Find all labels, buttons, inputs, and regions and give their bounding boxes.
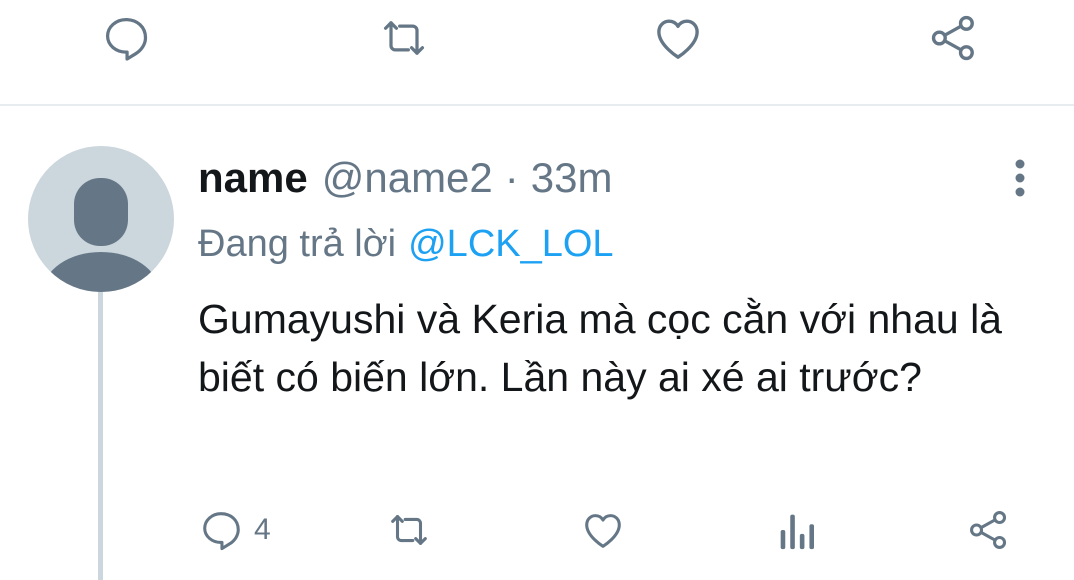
tweet-action-bar: 4 bbox=[0, 500, 1074, 560]
share-icon bbox=[931, 15, 974, 61]
share-button[interactable] bbox=[966, 504, 1012, 556]
replying-to-line: Đang trả lời @LCK_LOL bbox=[198, 218, 614, 270]
reply-icon bbox=[203, 512, 240, 551]
previous-tweet-share-button[interactable] bbox=[926, 10, 982, 66]
tweet-header: name @name2 · 33m bbox=[198, 152, 612, 204]
retweet-button[interactable] bbox=[386, 504, 432, 556]
retweet-icon bbox=[391, 515, 427, 545]
reply-icon bbox=[105, 17, 148, 61]
retweet-icon bbox=[383, 21, 425, 55]
replying-to-label: Đang trả lời bbox=[198, 222, 397, 265]
tweet-divider bbox=[0, 104, 1074, 106]
previous-tweet-reply-button[interactable] bbox=[98, 10, 154, 66]
heart-icon bbox=[657, 19, 699, 59]
previous-tweet-like-button[interactable] bbox=[650, 10, 706, 66]
heart-icon bbox=[585, 514, 621, 548]
analytics-button[interactable] bbox=[776, 504, 816, 556]
more-options-button[interactable] bbox=[1000, 154, 1040, 202]
more-vertical-icon bbox=[1015, 159, 1025, 197]
reply-button[interactable]: 4 bbox=[198, 504, 271, 556]
analytics-icon bbox=[780, 514, 815, 550]
separator-dot: · bbox=[504, 154, 519, 201]
user-handle[interactable]: @name2 bbox=[322, 154, 493, 202]
display-name[interactable]: name bbox=[198, 154, 308, 202]
default-avatar-icon bbox=[43, 178, 159, 292]
avatar[interactable] bbox=[28, 146, 174, 292]
tweet-timestamp[interactable]: 33m bbox=[531, 154, 613, 202]
previous-tweet-action-bar bbox=[0, 0, 1074, 104]
tweet-text: Gumayushi và Keria mà cọc cằn với nhau l… bbox=[198, 296, 1002, 400]
previous-tweet-retweet-button[interactable] bbox=[376, 10, 432, 66]
share-icon bbox=[970, 511, 1007, 549]
like-button[interactable] bbox=[580, 504, 626, 556]
reply-count: 4 bbox=[254, 513, 271, 546]
replying-to-mention[interactable]: @LCK_LOL bbox=[408, 223, 613, 266]
